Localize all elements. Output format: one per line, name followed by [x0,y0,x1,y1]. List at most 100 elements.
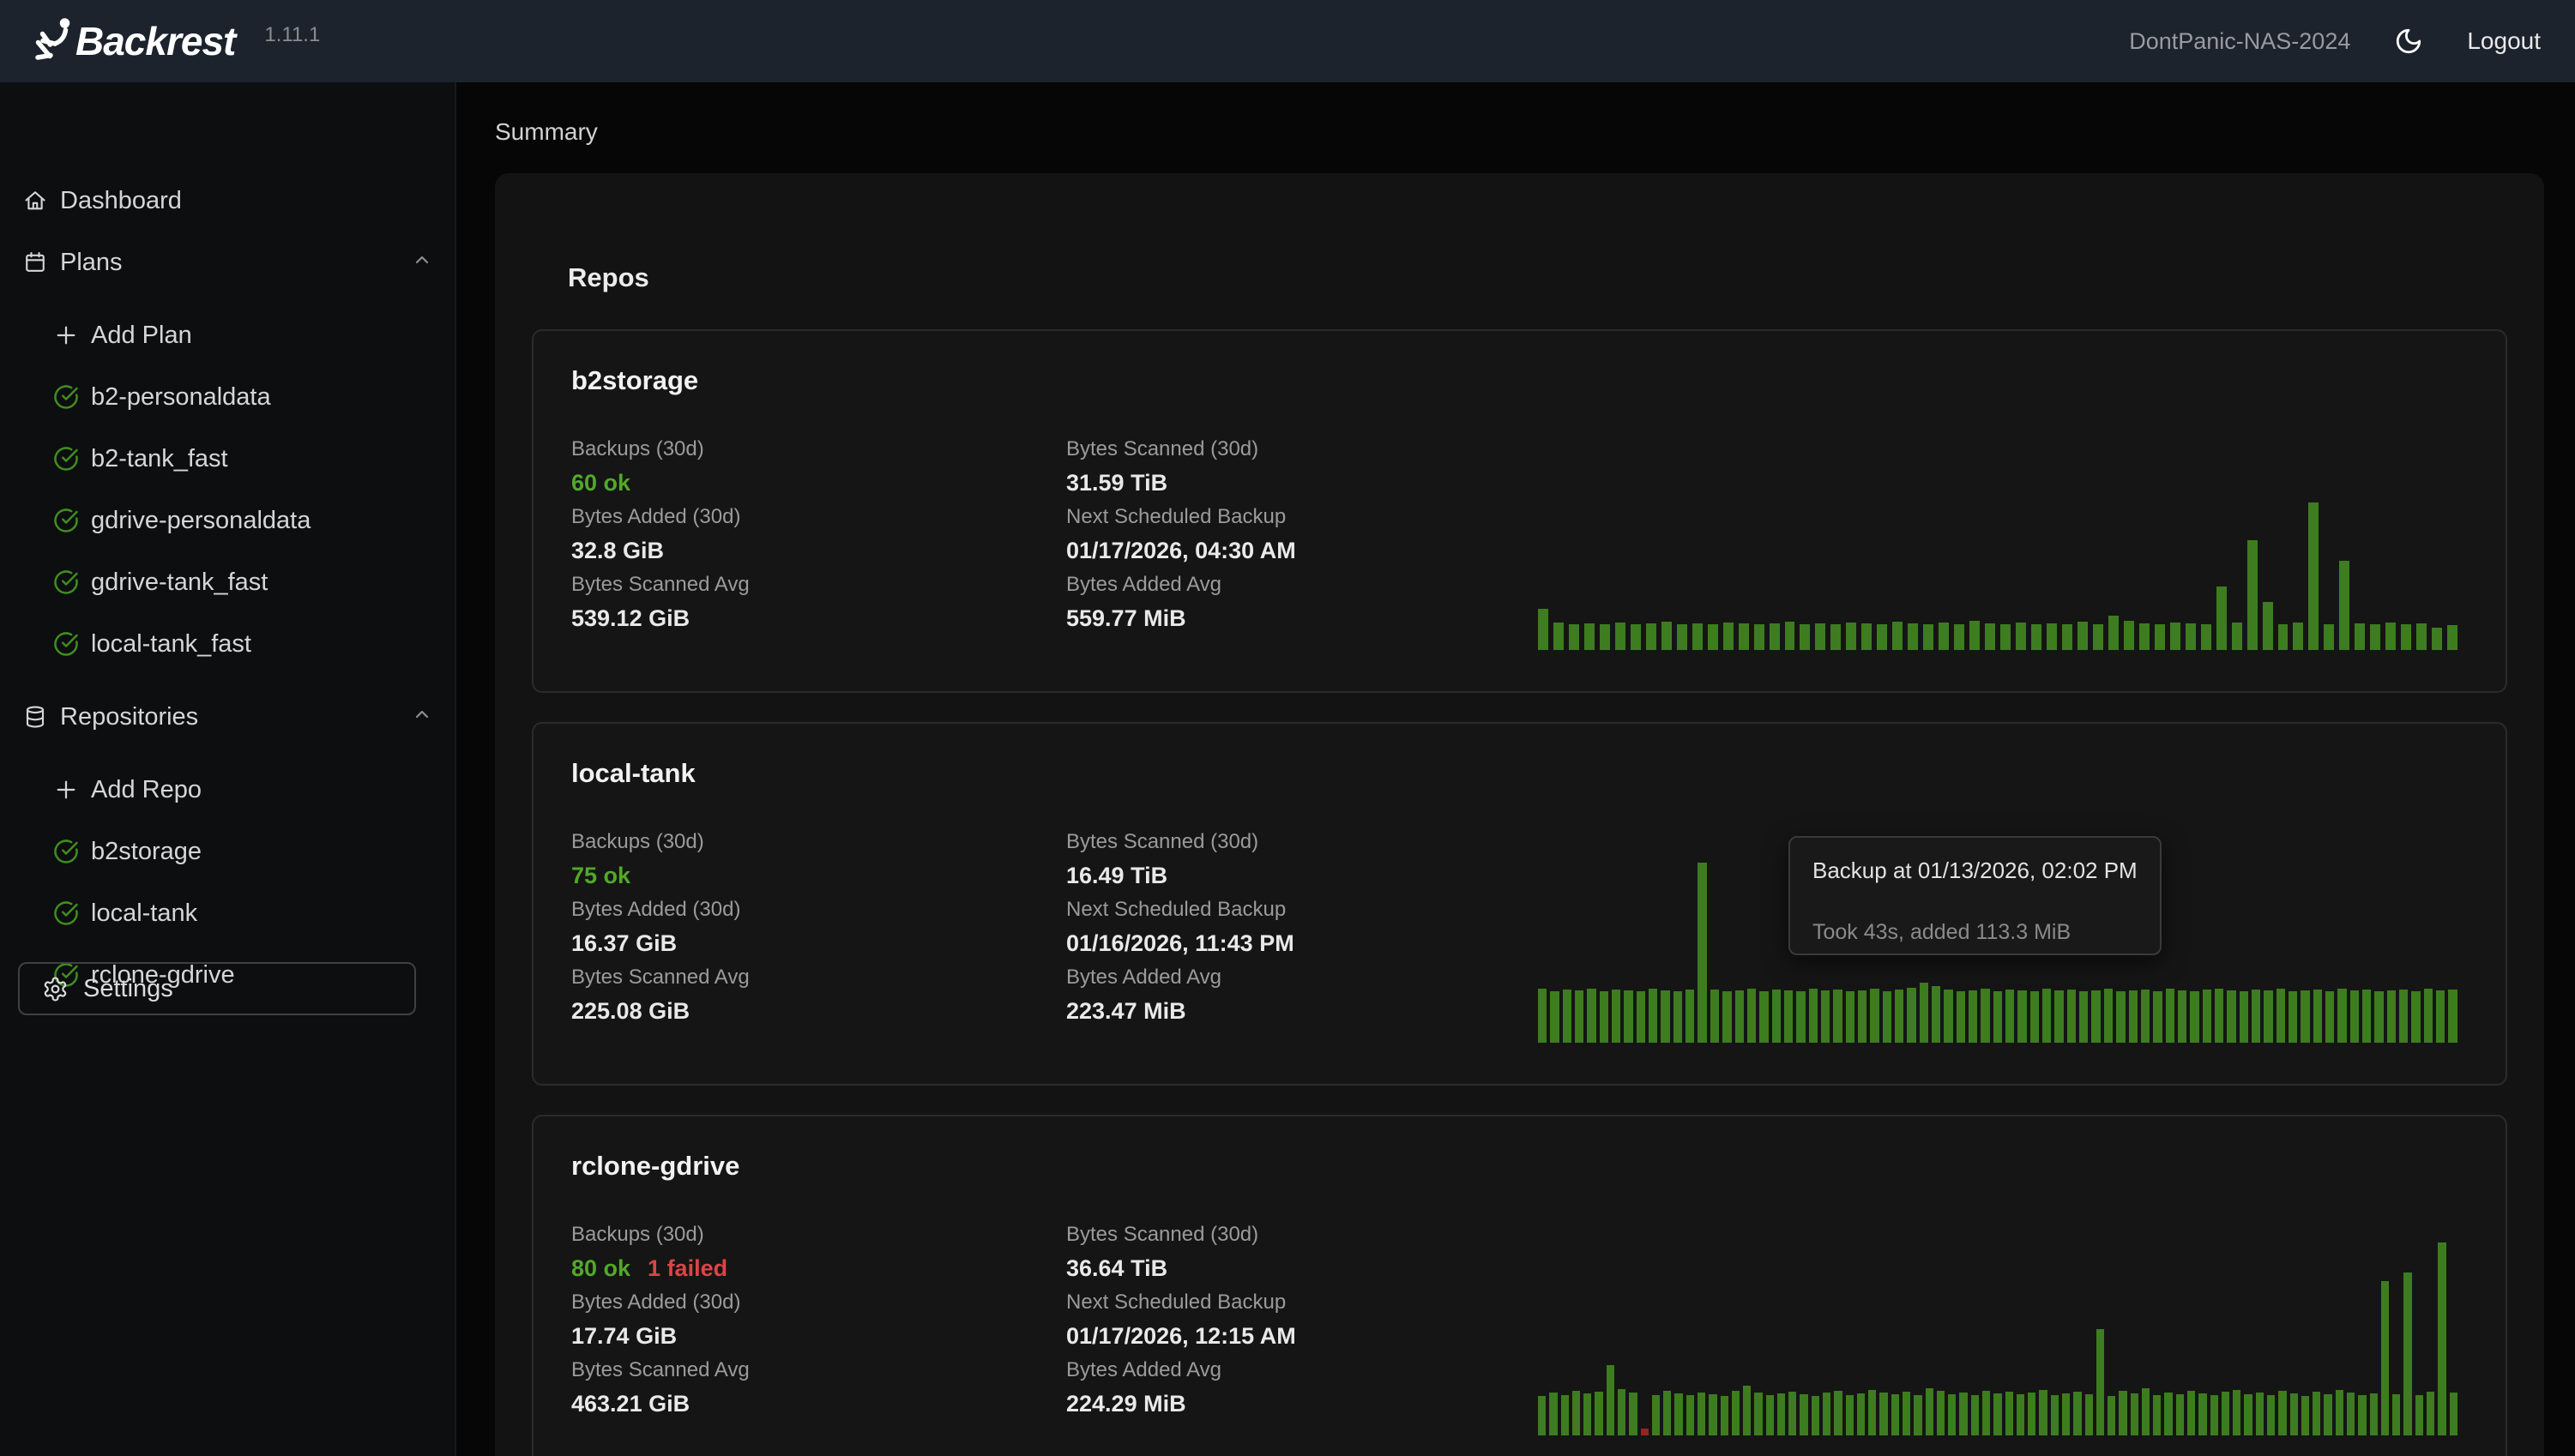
backup-bar[interactable] [1584,623,1595,650]
backup-bar[interactable] [1766,1395,1774,1435]
backup-bar[interactable] [2153,991,2162,1043]
sidebar-item-repo-local-tank[interactable]: local-tank [0,882,455,944]
backup-bar[interactable] [2091,990,2100,1043]
backup-bar[interactable] [2190,991,2198,1043]
logout-button[interactable]: Logout [2467,27,2541,55]
sidebar-item-settings[interactable]: Settings [18,962,416,1015]
backup-bar[interactable] [2427,1392,2434,1435]
dark-mode-toggle[interactable] [2391,24,2426,58]
backup-bar[interactable] [1677,624,1687,650]
backup-bar[interactable] [1985,623,1995,650]
backup-bar[interactable] [2399,990,2408,1043]
backup-bar[interactable] [2155,624,2165,650]
backup-bar[interactable] [1821,990,1830,1043]
backup-bar[interactable] [1607,1365,1614,1435]
backup-bar[interactable] [1661,622,1672,650]
backup-bar[interactable] [1649,989,1657,1043]
backup-bar[interactable] [2139,623,2150,650]
backup-bar[interactable] [2278,1391,2286,1435]
backup-bar[interactable] [1785,622,1795,650]
backup-bar[interactable] [2124,621,2134,650]
backup-bar[interactable] [2096,1329,2104,1435]
backup-bar[interactable] [2047,623,2057,650]
backup-bar[interactable] [1721,1396,1728,1435]
backup-bar[interactable] [1891,1394,1899,1435]
backup-bar[interactable] [1772,990,1781,1043]
backup-bar[interactable] [1800,624,1810,650]
backup-bar[interactable] [2017,990,2026,1043]
backup-bar[interactable] [2119,1391,2126,1435]
backup-bar[interactable] [2252,990,2260,1043]
backup-bar[interactable] [1538,989,1547,1043]
backup-bar[interactable] [1777,1393,1785,1435]
backup-bar[interactable] [2062,624,2072,650]
backup-bar[interactable] [2438,1242,2445,1435]
backup-bar[interactable] [1877,624,1887,650]
backup-bar[interactable] [2028,1393,2035,1435]
backup-bar[interactable] [2203,990,2211,1043]
backup-bar[interactable] [1954,624,1964,650]
backup-bar[interactable] [2051,1395,2059,1435]
sidebar-item-plan-b2-tank-fast[interactable]: b2-tank_fast [0,428,455,490]
backup-bar[interactable] [1600,624,1610,650]
backup-bar[interactable] [1754,624,1764,650]
backup-bar[interactable] [1612,990,1620,1043]
backup-bar[interactable] [2381,1281,2389,1435]
backup-bar[interactable] [2073,1392,2081,1435]
backup-bar[interactable] [2436,990,2445,1043]
backup-bar[interactable] [1944,990,1952,1043]
backup-bar[interactable] [2293,623,2303,650]
backup-bar[interactable] [2358,1395,2366,1435]
backup-bar[interactable] [1914,1395,1921,1435]
backup-bar[interactable] [2301,990,2309,1043]
backup-bar[interactable] [1595,1392,1602,1435]
backup-bar[interactable] [1937,1391,1945,1435]
sidebar-item-repo-b2storage[interactable]: b2storage [0,821,455,882]
sidebar-item-plan-b2-personaldata[interactable]: b2-personaldata [0,366,455,428]
backup-bar[interactable] [1624,990,1632,1043]
backup-bar[interactable] [1538,1396,1546,1435]
backup-bar[interactable] [1770,623,1780,650]
backup-bar[interactable] [2232,623,2242,650]
backup-bar[interactable] [1759,991,1768,1043]
backup-bar[interactable] [1686,990,1694,1043]
backup-bar[interactable] [1815,623,1825,650]
backup-bar[interactable] [1708,624,1718,650]
backup-bar[interactable] [1981,989,1989,1043]
backup-bar[interactable] [1833,990,1842,1043]
backup-bar[interactable] [2289,991,2297,1043]
backup-bar[interactable] [1710,990,1719,1043]
backup-bar[interactable] [2247,540,2258,650]
backup-bar[interactable] [1723,623,1734,650]
backup-bar[interactable] [1857,1393,1865,1435]
backup-bar[interactable] [2374,991,2383,1043]
backup-bar[interactable] [1959,1393,1967,1435]
backup-bar[interactable] [1673,991,1682,1043]
sidebar-item-add-plan[interactable]: Add Plan [0,304,455,366]
backup-bar[interactable] [2085,1394,2093,1435]
backup-bar[interactable] [1846,623,1856,650]
backup-bar[interactable] [1754,1393,1762,1435]
backup-bar[interactable] [2198,1393,2206,1435]
backup-bar[interactable] [1722,991,1731,1043]
backup-bar[interactable] [2166,989,2174,1043]
chevron-up-icon[interactable] [412,249,432,277]
backup-bar[interactable] [2324,1394,2331,1435]
backup-bar[interactable] [1575,990,1583,1043]
backup-bar[interactable] [1834,1391,1842,1435]
backup-bar[interactable] [1870,989,1878,1043]
backup-bar[interactable] [2325,991,2334,1043]
backup-bar[interactable] [2447,625,2457,650]
backup-bar[interactable] [1812,1396,1819,1435]
backup-bar[interactable] [1969,990,1977,1043]
backup-bar[interactable] [2129,990,2138,1043]
backup-bar[interactable] [1969,621,1980,650]
backup-bar[interactable] [2448,990,2457,1043]
backup-bar[interactable] [2141,990,2150,1043]
chevron-up-icon[interactable] [412,703,432,731]
backup-bar[interactable] [1784,990,1793,1043]
backup-bar[interactable] [2039,1390,2047,1435]
backup-bar[interactable] [2079,991,2088,1043]
backup-bar[interactable] [1957,991,1965,1043]
backup-bar[interactable] [2240,991,2248,1043]
